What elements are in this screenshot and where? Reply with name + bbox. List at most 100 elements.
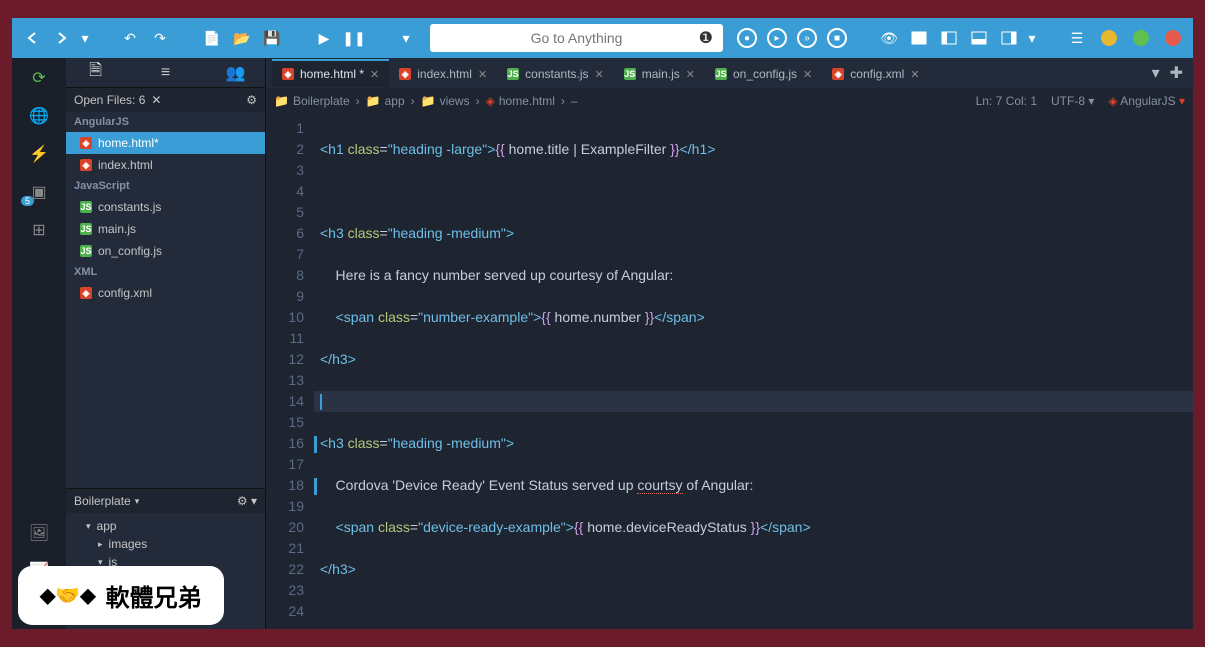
redo-button[interactable]: ↷ [146,24,174,52]
editor-tab[interactable]: ◈ index.html ✕ [389,59,497,87]
editor-tab[interactable]: JSon_config.js✕ [705,59,822,87]
editor-tabs: ◈home.html *✕◈index.html✕JSconstants.js✕… [266,58,1193,88]
undo-button[interactable]: ↶ [116,24,144,52]
record-play-icon[interactable]: ▸ [763,24,791,52]
handshake-icon: ◆🤝◆ [40,583,96,608]
file-item[interactable]: JSon_config.js [66,240,265,262]
close-tab-icon[interactable]: ✕ [370,68,379,81]
file-label: constants.js [98,200,161,214]
play-button[interactable]: ▶ [310,24,338,52]
maximize-icon[interactable] [1127,24,1155,52]
js-file-icon: JS [715,68,727,80]
cursor-position: Ln: 7 Col: 1 [976,94,1037,108]
crumb-folder-icon[interactable]: 📁 views [421,94,470,108]
tree-item-label: app [97,519,117,533]
watermark-text: 軟體兄弟 [106,578,202,613]
code-content[interactable]: <h1 class="heading -large">{{ home.title… [314,114,1193,629]
file-label: main.js [98,222,136,236]
new-file-button[interactable]: 📄 [198,24,226,52]
tab-label: index.html [417,67,472,81]
file-item[interactable]: ◈config.xml [66,282,265,304]
file-item[interactable]: JSconstants.js [66,196,265,218]
warning-icon: ❶ [699,28,713,48]
pane-dropdown[interactable]: ▾ [1025,24,1039,52]
file-label: on_config.js [98,244,162,258]
minimize-icon[interactable] [1095,24,1123,52]
bolt-icon[interactable]: ⚡ [27,142,51,166]
preview-icon[interactable]: 👁 [875,24,903,52]
open-folder-button[interactable]: 📂 [228,24,256,52]
menu-icon[interactable]: ☰ [1063,24,1091,52]
project-gear-icon[interactable]: ⚙ ▾ [237,494,257,508]
packages-icon[interactable]: ⟳ [27,66,51,90]
project-label: Boilerplate [74,494,131,508]
open-files-label: Open Files: 6 [74,93,145,107]
close-tab-icon[interactable]: ✕ [478,68,487,81]
file-item[interactable]: ◈ index.html [66,154,265,176]
pane-right-icon[interactable] [995,24,1023,52]
close-icon[interactable] [1159,24,1187,52]
expand-icon: ▸ [98,539,103,550]
xml-file-icon: ◈ [832,68,844,80]
pane-left-icon[interactable] [935,24,963,52]
watermark: ◆🤝◆ 軟體兄弟 [18,566,224,625]
crumb-section[interactable]: – [571,94,578,108]
tab-label: main.js [642,67,680,81]
tab-label: config.xml [850,67,904,81]
files-tab-icon[interactable]: 🗎 [81,59,111,86]
record-stop-icon[interactable]: ■ [823,24,851,52]
pane-single-icon[interactable] [905,24,933,52]
tab-label: home.html * [300,67,364,81]
forward-button[interactable] [48,24,76,52]
html-file-icon: ◈ [80,137,92,149]
history-dropdown[interactable]: ▾ [78,24,92,52]
file-item[interactable]: JS main.js [66,218,265,240]
close-tab-icon[interactable]: ✕ [595,68,604,81]
close-tab-icon[interactable]: ✕ [686,68,695,81]
language-selector[interactable]: ◈ AngularJS ▾ [1108,94,1185,108]
goto-anything-input[interactable] [430,30,723,46]
record-start-icon[interactable]: ● [733,24,761,52]
editor-tab[interactable]: JS main.js ✕ [614,59,705,87]
editor-tab[interactable]: ◈ config.xml ✕ [822,59,929,87]
close-all-icon[interactable]: ✕ [151,93,161,107]
expand-icon: ▾ [86,521,91,532]
globe-icon[interactable]: 🌐 [27,104,51,128]
pane-bottom-icon[interactable] [965,24,993,52]
close-tab-icon[interactable]: ✕ [910,68,919,81]
notifications-icon[interactable]: ▣ [27,180,51,204]
back-button[interactable] [18,24,46,52]
html-file-icon: ◈ [80,159,92,171]
search-bar[interactable]: ❶ [430,24,723,52]
save-button[interactable]: 💾 [258,24,286,52]
editor-tab[interactable]: JSconstants.js✕ [497,59,614,87]
dropdown-button[interactable]: ▾ [392,24,420,52]
database-tab-icon[interactable]: ≡ [151,64,181,82]
js-file-icon: JS [624,68,636,80]
crumb-folder-icon[interactable]: 📁 Boilerplate [274,94,350,108]
pause-button[interactable]: ❚❚ [340,24,368,52]
editor-tab[interactable]: ◈home.html *✕ [272,59,389,87]
file-item[interactable]: ◈home.html* [66,132,265,154]
open-files-gear-icon[interactable]: ⚙ [246,93,257,107]
close-tab-icon[interactable]: ✕ [803,68,812,81]
breadcrumb-row: 📁 Boilerplate› 📁 app› 📁 views› ◈ home.ht… [266,88,1193,114]
layout-icon[interactable]: ⊞ [27,218,51,242]
crumb-folder-icon[interactable]: 📁 app [366,94,405,108]
encoding-selector[interactable]: UTF-8 ▾ [1051,94,1094,108]
image-icon[interactable]: 🖼 [27,521,51,545]
file-group-header: XML [66,262,265,282]
folder-tree-item[interactable]: ▸images [66,535,265,553]
file-label: index.html [98,158,153,172]
js-file-icon: JS [80,223,92,235]
file-group-header: JavaScript [66,176,265,196]
people-tab-icon[interactable]: 👥 [221,63,251,83]
html-file-icon: ◈ [399,68,411,80]
crumb-file-icon[interactable]: ◈ home.html [486,94,555,108]
file-label: config.xml [98,286,152,300]
code-editor[interactable]: 12 ▼3 456 7 ▼8 9101112 13141516 1718 ▼19… [266,114,1193,629]
record-repeat-icon[interactable]: » [793,24,821,52]
new-tab-icon[interactable]: ✚ [1170,63,1183,83]
dropdown-icon[interactable]: ▾ [1152,63,1160,83]
folder-tree-item[interactable]: ▾ app [66,517,265,535]
